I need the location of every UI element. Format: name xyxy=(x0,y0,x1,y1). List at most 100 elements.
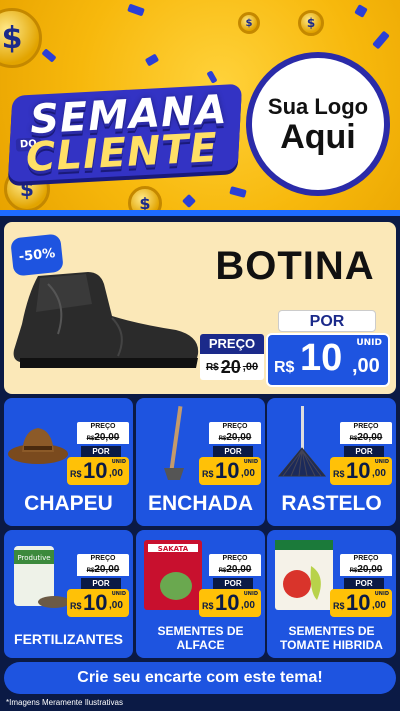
new-price-int: 10 xyxy=(346,458,371,483)
new-price-int: 10 xyxy=(83,458,108,483)
confetti-icon xyxy=(354,4,368,18)
new-price-int: 10 xyxy=(346,590,371,615)
new-currency: R$ xyxy=(70,469,82,479)
por-label: POR xyxy=(344,578,384,589)
logo-line1: Sua Logo xyxy=(267,94,369,119)
header-divider xyxy=(0,210,400,216)
featured-old-price: R$ 20 ,00 xyxy=(200,354,264,380)
old-price: R$20,00 xyxy=(77,564,129,576)
product-card-sementes-alface[interactable]: SAKATA PREÇO R$20,00 POR UNID R$ 10 ,00 … xyxy=(136,530,265,658)
new-price: UNID R$ 10 ,00 xyxy=(330,457,392,485)
new-currency: R$ xyxy=(202,469,214,479)
old-price: R$20,00 xyxy=(340,564,392,576)
por-label: POR xyxy=(213,446,253,457)
product-name: SEMENTES DE ALFACE xyxy=(136,624,265,652)
cta-button[interactable]: Crie seu encarte com este tema! xyxy=(4,662,396,694)
old-price-value: 20,00 xyxy=(94,432,120,443)
featured-old-dec: ,00 xyxy=(242,361,259,373)
new-price: UNID R$ 10 ,00 xyxy=(67,589,129,617)
seed-packet-icon: SAKATA xyxy=(144,540,202,610)
por-label: POR xyxy=(213,578,253,589)
confetti-icon xyxy=(181,193,197,209)
new-price-dec: ,00 xyxy=(241,600,255,611)
product-name-line2: TOMATE HIBRIDA xyxy=(280,638,383,652)
coin-icon: $ xyxy=(238,12,260,34)
old-price: R$20,00 xyxy=(340,432,392,444)
featured-new-int: 10 xyxy=(300,337,343,379)
boot-icon xyxy=(13,272,199,368)
unit-label: UNID xyxy=(243,459,258,465)
confetti-icon xyxy=(229,186,247,198)
product-card-chapeu[interactable]: PREÇO R$20,00 POR UNID R$ 10 ,00 CHAPEU xyxy=(4,398,133,526)
old-price-value: 20,00 xyxy=(94,564,120,575)
header-banner: $ $ $ $ $ SEMANA DO CLIENTE Sua Logo Aqu… xyxy=(0,0,400,212)
unit-label: UNID xyxy=(243,591,258,597)
new-currency: R$ xyxy=(70,601,82,611)
logo-placeholder[interactable]: Sua Logo Aqui xyxy=(246,52,390,196)
product-card-enchada[interactable]: PREÇO R$20,00 POR UNID R$ 10 ,00 ENCHADA xyxy=(136,398,265,526)
old-price: R$20,00 xyxy=(209,564,261,576)
product-card-fertilizantes[interactable]: Produtive PREÇO R$20,00 POR UNID R$ 10 ,… xyxy=(4,530,133,658)
new-price: UNID R$ 10 ,00 xyxy=(330,589,392,617)
coin-icon: $ xyxy=(0,8,42,68)
old-price-value: 20,00 xyxy=(357,432,383,443)
preco-label: PREÇO xyxy=(340,422,392,432)
new-currency: R$ xyxy=(333,601,345,611)
old-price-value: 20,00 xyxy=(357,564,383,575)
hoe-icon xyxy=(164,406,184,480)
new-price-dec: ,00 xyxy=(372,468,386,479)
product-name: RASTELO xyxy=(281,492,382,515)
confetti-icon xyxy=(127,3,145,17)
product-card-sementes-tomate[interactable]: PREÇO R$20,00 POR UNID R$ 10 ,00 SEMENTE… xyxy=(267,530,396,658)
new-price-int: 10 xyxy=(83,590,108,615)
old-price: R$20,00 xyxy=(209,432,261,444)
product-name-line2: ALFACE xyxy=(176,638,225,652)
old-price-value: 20,00 xyxy=(226,564,252,575)
preco-label: PREÇO xyxy=(209,554,261,564)
new-price: UNID R$ 10 ,00 xyxy=(199,589,261,617)
tomato-seed-packet-icon xyxy=(275,540,333,610)
featured-unit-label: UNID xyxy=(356,338,382,348)
product-card-rastelo[interactable]: PREÇO R$20,00 POR UNID R$ 10 ,00 RASTELO xyxy=(267,398,396,526)
fertilizer-brand: Produtive xyxy=(17,554,50,562)
old-price-value: 20,00 xyxy=(226,432,252,443)
featured-old-int: 20 xyxy=(220,356,241,377)
new-price-int: 10 xyxy=(215,458,240,483)
featured-new-price: UNID R$ 10 ,00 xyxy=(266,333,390,387)
unit-label: UNID xyxy=(111,591,126,597)
coin-icon: $ xyxy=(128,186,162,212)
rake-icon xyxy=(277,406,327,477)
featured-por-label: POR xyxy=(278,310,376,332)
new-price-dec: ,00 xyxy=(372,600,386,611)
featured-new-currency: R$ xyxy=(274,359,295,376)
confetti-icon xyxy=(206,70,218,84)
hat-icon xyxy=(8,428,68,464)
featured-new-dec: ,00 xyxy=(352,355,380,377)
new-price-dec: ,00 xyxy=(109,600,123,611)
featured-product-name: BOTINA xyxy=(215,244,375,288)
coin-icon: $ xyxy=(298,10,324,36)
unit-label: UNID xyxy=(111,459,126,465)
disclaimer-text: *Imagens Meramente Ilustrativas xyxy=(6,698,123,707)
por-label: POR xyxy=(344,446,384,457)
product-name: CHAPEU xyxy=(24,492,113,515)
new-price-int: 10 xyxy=(215,590,240,615)
fertilizer-bag-icon: Produtive xyxy=(14,546,70,608)
featured-old-currency: R$ xyxy=(205,361,219,373)
preco-label: PREÇO xyxy=(209,422,261,432)
por-label: POR xyxy=(81,446,121,457)
new-currency: R$ xyxy=(333,469,345,479)
new-price: UNID R$ 10 ,00 xyxy=(199,457,261,485)
confetti-icon xyxy=(41,48,57,63)
unit-label: UNID xyxy=(374,459,389,465)
unit-label: UNID xyxy=(374,591,389,597)
product-name: ENCHADA xyxy=(148,492,253,515)
new-price-dec: ,00 xyxy=(109,468,123,479)
preco-label: PREÇO xyxy=(77,554,129,564)
logo-line2: Aqui xyxy=(280,118,356,156)
product-name: SEMENTES DE TOMATE HIBRIDA xyxy=(267,624,396,652)
confetti-icon xyxy=(372,30,390,50)
new-currency: R$ xyxy=(202,601,214,611)
new-price-dec: ,00 xyxy=(241,468,255,479)
product-name-line1: SEMENTES DE xyxy=(157,624,244,638)
